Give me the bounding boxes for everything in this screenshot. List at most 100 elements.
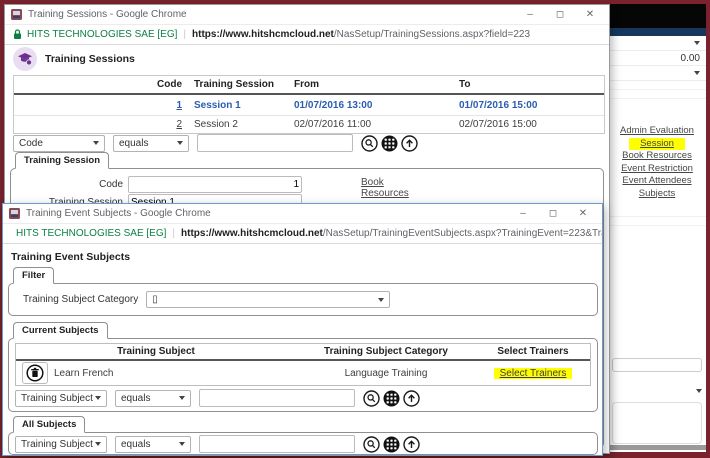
horizontal-scrollbar[interactable]	[608, 445, 706, 450]
link-event-restriction[interactable]: Event Restriction	[608, 163, 706, 176]
session-name: Session 1	[194, 99, 241, 111]
chevron-down-icon	[95, 442, 101, 446]
filter-operator-select[interactable]: equals	[115, 435, 191, 453]
link-subjects[interactable]: Subjects	[608, 188, 706, 201]
category-filter-row: Training Subject Category ▯	[23, 291, 391, 308]
session-code-link[interactable]: 1	[176, 100, 182, 111]
code-form-row: Code Book Resources	[11, 176, 409, 199]
category-label: Training Subject Category	[23, 294, 139, 305]
url-domain: https://www.hitshcmcloud.net	[181, 228, 323, 239]
link-session[interactable]: Session	[629, 137, 685, 150]
link-admin-evaluation[interactable]: Admin Evaluation	[608, 125, 706, 138]
table-row[interactable]: 1 Session 1 01/07/2016 13:00 01/07/2016 …	[14, 95, 604, 116]
filter-panel: Training Subject Category ▯	[8, 283, 598, 316]
filter-field-select[interactable]: Training Subject	[15, 435, 107, 453]
background-text-field[interactable]	[612, 358, 702, 372]
all-subjects-panel: Training Subject equals	[8, 432, 598, 455]
chevron-down-icon	[93, 141, 99, 145]
select-trainers-link[interactable]: Select Trainers	[493, 367, 573, 379]
close-button[interactable]: ✕	[575, 5, 605, 24]
search-icon[interactable]	[361, 134, 378, 152]
table-row[interactable]: 2 Session 2 02/07/2016 11:00 02/07/2016 …	[14, 116, 604, 133]
filter-operator-select[interactable]: equals	[113, 134, 189, 152]
url-path: /NasSetup/TrainingEventSubjects.aspx?Tra…	[322, 228, 602, 239]
up-arrow-icon[interactable]	[403, 435, 420, 453]
background-dropdown[interactable]	[608, 36, 706, 51]
address-bar[interactable]: HITS TECHNOLOGIES SAE [EG] | https://www…	[3, 224, 602, 244]
chevron-down-icon	[95, 396, 101, 400]
background-link-list: Admin Evaluation Session Book Resources …	[608, 125, 706, 200]
window-titlebar[interactable]: Training Event Subjects - Google Chrome …	[3, 204, 602, 224]
col-select-trainers: Select Trainers	[497, 346, 569, 357]
table-header-row: Training Subject Training Subject Catego…	[16, 344, 590, 361]
divider	[608, 90, 706, 99]
filter-value-input[interactable]	[197, 134, 353, 152]
grid-icon[interactable]	[383, 436, 400, 453]
col-training-session: Training Session	[194, 79, 275, 90]
tab-favicon-icon	[11, 9, 22, 20]
session-to: 01/07/2016 15:00	[459, 99, 538, 111]
page-header: Training Sessions	[13, 47, 135, 71]
search-icon[interactable]	[363, 435, 380, 453]
filter-value-input[interactable]	[199, 435, 355, 453]
filter-field-select[interactable]: Training Subject	[15, 389, 107, 407]
url-separator: |	[172, 228, 176, 239]
page-title: Training Sessions	[45, 53, 135, 65]
divider	[608, 217, 706, 226]
code-field[interactable]	[128, 176, 302, 193]
close-button[interactable]: ✕	[568, 204, 598, 223]
window-title: Training Sessions - Google Chrome	[28, 9, 187, 20]
chevron-down-icon	[179, 442, 185, 446]
ev-certificate-name: HITS TECHNOLOGIES SAE [EG]	[16, 228, 167, 239]
url-separator: |	[183, 29, 187, 40]
table-filter-row: Training Subject equals	[15, 435, 420, 453]
session-from: 01/07/2016 13:00	[294, 99, 373, 111]
link-event-attendees[interactable]: Event Attendees	[608, 175, 706, 188]
tab-filter[interactable]: Filter	[13, 267, 55, 284]
col-from: From	[294, 79, 319, 90]
filter-value-input[interactable]	[199, 389, 355, 407]
background-dropdown[interactable]	[608, 66, 706, 81]
up-arrow-icon[interactable]	[403, 389, 420, 407]
background-amount-field: 0.00	[608, 51, 706, 66]
session-code-link[interactable]: 2	[176, 119, 182, 130]
page-title: Training Event Subjects	[11, 251, 131, 263]
col-subject-category: Training Subject Category	[324, 346, 448, 357]
training-icon	[13, 47, 37, 71]
link-book-resources[interactable]: Book Resources	[608, 150, 706, 163]
search-icon[interactable]	[363, 389, 380, 407]
minimize-button[interactable]: –	[515, 5, 545, 24]
session-name: Session 2	[194, 119, 238, 130]
up-arrow-icon[interactable]	[401, 134, 418, 152]
tab-all-subjects[interactable]: All Subjects	[13, 416, 86, 433]
grid-icon[interactable]	[383, 390, 400, 407]
grid-icon[interactable]	[381, 135, 398, 152]
background-header-band	[608, 28, 706, 36]
category-select[interactable]: ▯	[146, 291, 391, 308]
filter-field-select[interactable]: Code	[13, 134, 105, 152]
background-textarea[interactable]	[612, 402, 702, 444]
minimize-button[interactable]: –	[508, 204, 538, 223]
current-subjects-table: Training Subject Training Subject Catego…	[15, 343, 591, 386]
background-window: 0.00 Admin Evaluation Session Book Resou…	[608, 4, 706, 452]
background-dropdown[interactable]	[612, 384, 702, 398]
screenshot-root: 0.00 Admin Evaluation Session Book Resou…	[0, 0, 710, 458]
session-to: 02/07/2016 15:00	[459, 119, 537, 130]
filter-actions	[363, 435, 420, 453]
tab-current-subjects[interactable]: Current Subjects	[13, 322, 108, 339]
maximize-button[interactable]: ◻	[538, 204, 568, 223]
maximize-button[interactable]: ◻	[545, 5, 575, 24]
ev-certificate-name: HITS TECHNOLOGIES SAE [EG]	[27, 29, 178, 40]
url-domain: https://www.hitshcmcloud.net	[192, 29, 334, 40]
window-titlebar[interactable]: Training Sessions - Google Chrome – ◻ ✕	[5, 5, 609, 25]
delete-subject-button[interactable]	[22, 362, 48, 384]
book-resources-link[interactable]: Book Resources	[361, 177, 409, 199]
chevron-down-icon	[177, 141, 183, 145]
chevron-down-icon	[179, 396, 185, 400]
chevron-down-icon	[694, 41, 700, 45]
tab-training-session[interactable]: Training Session	[15, 152, 110, 169]
chevron-down-icon	[696, 389, 702, 393]
address-bar[interactable]: HITS TECHNOLOGIES SAE [EG] | https://www…	[5, 25, 609, 45]
filter-operator-select[interactable]: equals	[115, 389, 191, 407]
col-code: Code	[157, 79, 182, 90]
